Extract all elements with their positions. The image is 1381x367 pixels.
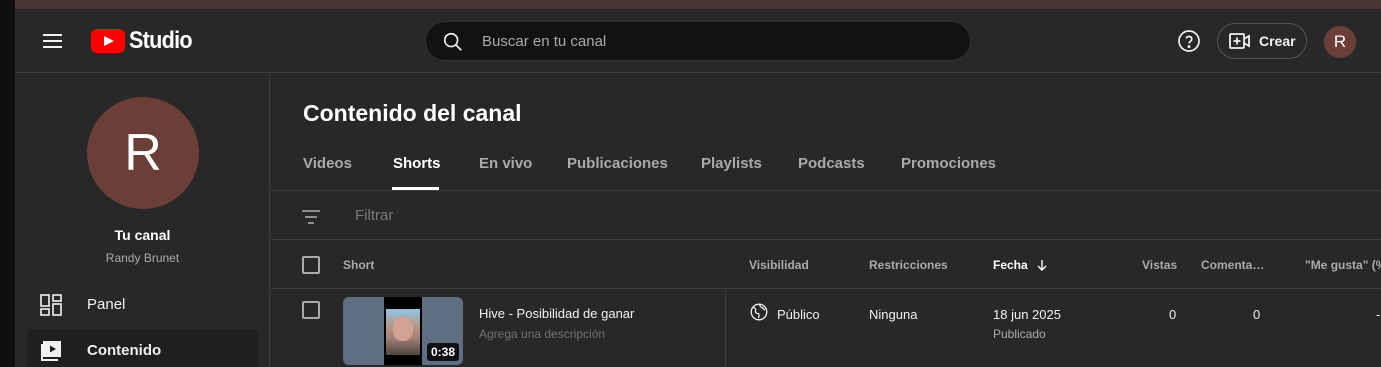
column-divider <box>725 289 726 367</box>
studio-logo[interactable]: Studio <box>91 27 199 55</box>
select-all-checkbox[interactable] <box>302 256 320 274</box>
create-button[interactable]: Crear <box>1217 23 1307 59</box>
tab-promotions[interactable]: Promociones <box>901 155 996 172</box>
likes-value: - <box>1376 307 1381 322</box>
column-likes[interactable]: "Me gusta" (% <box>1305 258 1381 272</box>
globe-icon <box>750 303 768 321</box>
page-title: Contenido del canal <box>303 100 522 126</box>
video-plus-icon <box>1229 33 1250 49</box>
window-top-strip <box>15 0 1381 9</box>
column-visibility[interactable]: Visibilidad <box>749 258 809 272</box>
video-thumbnail[interactable]: 0:38 <box>343 297 463 365</box>
column-date-label: Fecha <box>993 258 1028 272</box>
views-value: 0 <box>1169 307 1177 322</box>
account-avatar[interactable]: R <box>1324 26 1356 58</box>
table-row[interactable]: 0:38 Hive - Posibilidad de ganar Agrega … <box>271 289 1381 367</box>
tab-posts[interactable]: Publicaciones <box>567 155 668 172</box>
arrow-down-icon <box>1037 260 1047 271</box>
visibility-value[interactable]: Público <box>777 307 820 322</box>
thumbnail-face <box>393 317 413 341</box>
tab-shorts[interactable]: Shorts <box>393 155 441 172</box>
date-value: 18 jun 2025 <box>993 307 1061 322</box>
search-icon[interactable] <box>442 31 464 53</box>
restrictions-value: Ninguna <box>869 307 918 322</box>
sidebar-item-panel[interactable]: Panel <box>27 283 258 325</box>
menu-icon[interactable] <box>41 29 65 53</box>
sidebar-item-label: Contenido <box>87 341 162 359</box>
tab-videos[interactable]: Videos <box>303 155 352 172</box>
filter-icon[interactable] <box>300 206 322 228</box>
filter-bar <box>271 192 1381 240</box>
sidebar: R Tu canal Randy Brunet Panel Contenido <box>15 74 270 367</box>
create-label: Crear <box>1259 33 1296 49</box>
studio-app: Studio Crear R R Tu canal Randy Brune <box>15 9 1381 367</box>
column-comments[interactable]: Comenta… <box>1201 258 1264 272</box>
content-tabs: Videos Shorts En vivo Publicaciones Play… <box>271 143 1381 191</box>
column-short: Short <box>343 258 375 272</box>
row-checkbox[interactable] <box>302 301 320 319</box>
channel-title: Tu canal <box>114 227 171 243</box>
date-status: Publicado <box>993 327 1046 341</box>
column-restrictions[interactable]: Restricciones <box>869 258 948 272</box>
tab-playlists[interactable]: Playlists <box>701 155 762 172</box>
video-title[interactable]: Hive - Posibilidad de ganar <box>479 306 634 321</box>
youtube-play-icon <box>91 29 125 53</box>
help-icon[interactable] <box>1177 29 1201 53</box>
search-box[interactable] <box>425 21 971 61</box>
search-input[interactable] <box>482 22 952 60</box>
sidebar-item-content[interactable]: Contenido <box>27 329 258 367</box>
active-tab-indicator <box>392 187 439 190</box>
tab-podcasts[interactable]: Podcasts <box>798 155 865 172</box>
top-bar: Studio Crear R <box>15 9 1381 73</box>
video-duration: 0:38 <box>426 343 459 361</box>
tab-live[interactable]: En vivo <box>479 155 532 172</box>
column-date[interactable]: Fecha <box>993 258 1048 272</box>
comments-value: 0 <box>1253 307 1261 322</box>
channel-name: Randy Brunet <box>105 251 180 265</box>
sidebar-item-label: Panel <box>87 295 126 313</box>
content-icon <box>41 341 61 361</box>
dashboard-icon <box>40 294 62 316</box>
column-views[interactable]: Vistas <box>1142 258 1177 272</box>
video-description[interactable]: Agrega una descripción <box>479 327 605 341</box>
table-header: Short Visibilidad Restricciones Fecha Vi… <box>271 241 1381 289</box>
logo-text: Studio <box>129 27 193 54</box>
channel-avatar[interactable]: R <box>87 97 199 209</box>
filter-input[interactable] <box>355 192 1055 239</box>
main-content: Contenido del canal Videos Shorts En viv… <box>271 74 1381 367</box>
